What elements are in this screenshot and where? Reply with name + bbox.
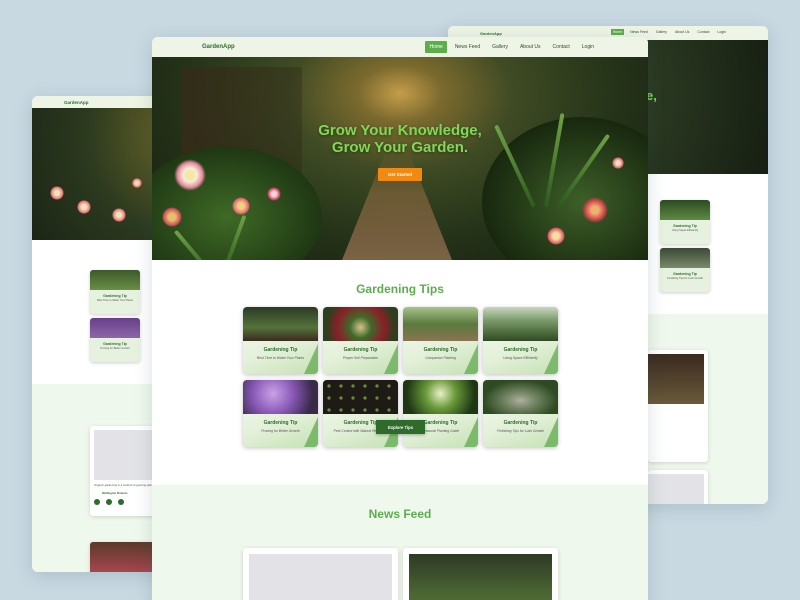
post-image — [409, 554, 552, 600]
tip-card[interactable]: Gardening Tip Pest Control with Natural … — [323, 380, 398, 447]
card-corner-accent — [544, 417, 558, 447]
nav-home[interactable]: Home — [425, 41, 447, 53]
nav-links: Home News Feed Gallery About Us Contact … — [425, 41, 598, 53]
card-corner-accent — [304, 417, 318, 447]
like-icon[interactable] — [94, 498, 100, 505]
card-corner-accent — [464, 417, 478, 447]
right-tip-title: Gardening Tip — [673, 224, 697, 228]
left-tip-subtitle: Pruning for Better Growth — [100, 347, 130, 350]
explore-tips-button[interactable]: Explore Tips — [376, 420, 425, 434]
nav-gallery[interactable]: Gallery — [488, 41, 512, 53]
tip-card[interactable]: Gardening Tip Fertilizing Tips for Lush … — [483, 380, 558, 447]
right-tip-title: Gardening Tip — [673, 272, 697, 276]
tip-image-forest-trail — [403, 380, 478, 414]
right-tip-card[interactable]: Gardening Tip Fertilizing Tips for Lush … — [660, 248, 710, 292]
gardening-tips-section: Gardening Tips Gardening Tip Best Time t… — [152, 260, 648, 485]
tip-image-seed-trays — [323, 380, 398, 414]
card-corner-accent — [464, 344, 478, 374]
card-corner-accent — [544, 344, 558, 374]
right-nav-contact[interactable]: Contact — [695, 29, 711, 35]
card-corner-accent — [304, 344, 318, 374]
hero-banner: Grow Your Knowledge, Grow Your Garden. G… — [152, 57, 648, 260]
brand-logo[interactable]: GardenApp — [202, 44, 235, 50]
tip-card[interactable]: Gardening Tip Companion Planting — [403, 307, 478, 374]
news-feed-section: News Feed — [152, 485, 648, 600]
post-image-placeholder — [648, 474, 704, 504]
tip-image-seedlings — [243, 307, 318, 341]
navbar: GardenApp Home News Feed Gallery About U… — [152, 37, 648, 57]
right-nav-login[interactable]: Login — [715, 29, 728, 35]
left-tip-card[interactable]: Gardening Tip Best Time to Water Your Pl… — [90, 270, 140, 314]
flower-decoration — [50, 186, 64, 200]
right-feed-post[interactable] — [648, 470, 708, 504]
card-corner-accent — [384, 344, 398, 374]
nav-about-us[interactable]: About Us — [516, 41, 545, 53]
tip-image-rose-arch — [323, 307, 398, 341]
left-tip-title: Gardening Tip — [103, 342, 127, 346]
tip-card[interactable]: Gardening Tip Seasonal Planting Guide — [403, 380, 478, 447]
hero-title-line-1: Grow Your Knowledge, — [318, 122, 482, 139]
tips-section-title: Gardening Tips — [356, 282, 444, 296]
tip-card[interactable]: Gardening Tip Using Space Efficiently — [483, 307, 558, 374]
tip-image-purple-tree — [243, 380, 318, 414]
left-brand-logo[interactable]: GardenApp — [64, 100, 89, 105]
hero-title: Grow Your Knowledge, Grow Your Garden. — [318, 122, 482, 156]
tip-card[interactable]: Gardening Tip Best Time to Water Your Pl… — [243, 307, 318, 374]
flower-decoration — [77, 200, 91, 214]
left-tip-card[interactable]: Gardening Tip Pruning for Better Growth — [90, 318, 140, 362]
tip-card[interactable]: Gardening Tip Pruning for Better Growth — [243, 380, 318, 447]
get-started-button[interactable]: Get Started — [377, 168, 423, 181]
tip-image-greenhouse — [483, 307, 558, 341]
news-feed-title: News Feed — [368, 507, 432, 521]
right-nav-news[interactable]: News Feed — [628, 29, 650, 35]
post-image-placeholder — [249, 554, 392, 600]
tip-image-garden-path — [403, 307, 478, 341]
main-screen: GardenApp Home News Feed Gallery About U… — [152, 37, 648, 600]
nav-contact[interactable]: Contact — [549, 41, 574, 53]
left-tip-subtitle: Best Time to Water Your Plants — [97, 299, 133, 302]
tip-card[interactable]: Gardening Tip Proper Soil Preparation — [323, 307, 398, 374]
right-tip-subtitle: Using Space Efficiently — [671, 229, 699, 232]
hero-title-line-2: Grow Your Garden. — [331, 139, 469, 156]
post-image — [648, 354, 704, 404]
tip-image-fountain — [483, 380, 558, 414]
right-tip-card[interactable]: Gardening Tip Using Space Efficiently — [660, 200, 710, 244]
right-tip-subtitle: Fertilizing Tips for Lush Growth — [667, 277, 703, 280]
right-nav-about[interactable]: About Us — [673, 29, 691, 35]
feed-post-card[interactable] — [243, 548, 398, 600]
feed-post-card[interactable] — [403, 548, 558, 600]
nav-news-feed[interactable]: News Feed — [451, 41, 484, 53]
flower-decoration — [132, 178, 142, 188]
flower-decoration — [112, 208, 126, 222]
right-nav-home[interactable]: Home — [610, 29, 625, 35]
left-tip-title: Gardening Tip — [103, 294, 127, 298]
right-nav-gallery[interactable]: Gallery — [654, 29, 669, 35]
nav-login[interactable]: Login — [578, 41, 598, 53]
right-feed-post[interactable] — [648, 350, 708, 462]
right-brand-logo[interactable]: GardenApp — [480, 31, 502, 36]
comment-icon[interactable] — [106, 498, 112, 505]
share-icon[interactable] — [118, 498, 124, 505]
